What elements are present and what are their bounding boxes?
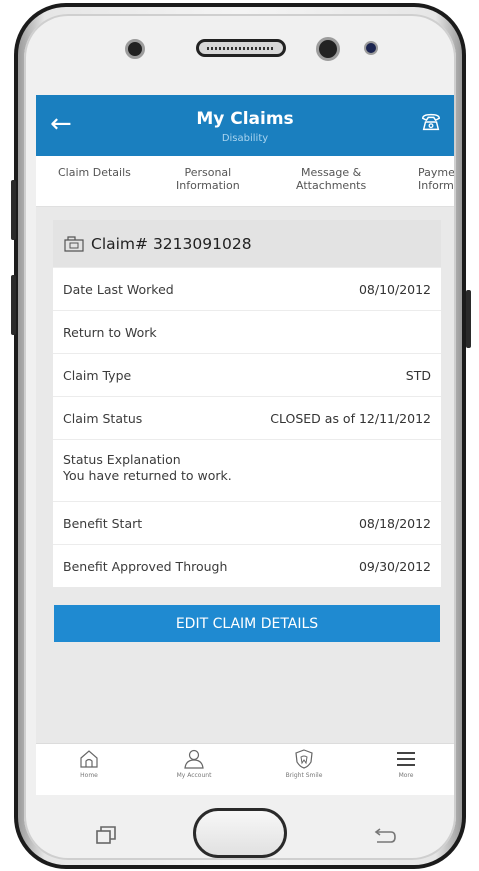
row-value: STD (405, 367, 431, 383)
nav-bright-smile[interactable]: Bright Smile (269, 748, 339, 779)
row-value: 09/30/2012 (358, 558, 431, 574)
claim-number: Claim# 3213091028 (91, 234, 252, 253)
phone-icon[interactable] (420, 111, 442, 133)
claim-heading: Claim# 3213091028 (53, 220, 441, 267)
recent-apps-icon[interactable] (96, 826, 116, 844)
row-benefit-approved-through: Benefit Approved Through 09/30/2012 (53, 544, 441, 587)
volume-up-button[interactable] (11, 180, 16, 240)
front-camera-icon (316, 37, 340, 61)
tab-payment-information[interactable]: Payme Informa (418, 166, 454, 192)
row-value: 08/18/2012 (358, 515, 431, 531)
row-status-explanation: Status Explanation You have returned to … (53, 439, 441, 501)
tab-label: Informa (418, 179, 454, 192)
claim-tabs: Claim Details Personal Information Messa… (36, 156, 454, 207)
row-benefit-start: Benefit Start 08/18/2012 (53, 501, 441, 544)
volume-down-button[interactable] (11, 275, 16, 335)
row-claim-type: Claim Type STD (53, 353, 441, 396)
menu-icon (397, 752, 415, 766)
power-button[interactable] (466, 290, 471, 348)
bottom-navigation: Home My Account Bright Smile More (36, 743, 454, 795)
nav-label: Bright Smile (285, 772, 323, 779)
row-label: Claim Type (63, 367, 132, 383)
row-label: Claim Status (63, 410, 143, 426)
nav-my-account[interactable]: My Account (159, 748, 229, 779)
page-title: My Claims (196, 109, 294, 129)
row-label: Status Explanation (63, 452, 181, 467)
tab-label: Attachments (296, 179, 367, 192)
tab-message-attachments[interactable]: Message & Attachments (296, 166, 366, 192)
tab-label: Information (176, 179, 240, 192)
row-label: Benefit Approved Through (63, 558, 228, 574)
nav-label: Home (80, 772, 98, 779)
user-icon (184, 749, 204, 769)
tab-personal-information[interactable]: Personal Information (176, 166, 240, 192)
nav-label: My Account (176, 772, 212, 779)
edit-claim-details-button[interactable]: EDIT CLAIM DETAILS (54, 605, 440, 642)
tab-label: Payme (418, 166, 454, 179)
page-subtitle: Disability (221, 133, 269, 144)
tooth-shield-icon (295, 749, 313, 769)
row-label: Benefit Start (63, 515, 143, 531)
row-value: You have returned to work. (63, 468, 232, 483)
row-value: 08/10/2012 (358, 281, 431, 297)
nav-more[interactable]: More (371, 748, 441, 779)
claim-details-card: Claim# 3213091028 Date Last Worked 08/10… (53, 220, 441, 587)
folder-icon (64, 235, 84, 252)
row-value: CLOSED as of 12/11/2012 (270, 410, 431, 426)
row-date-last-worked: Date Last Worked 08/10/2012 (53, 267, 441, 310)
row-return-to-work: Return to Work (53, 310, 441, 353)
nav-label: More (398, 772, 414, 779)
tab-claim-details[interactable]: Claim Details (58, 166, 131, 179)
row-label: Date Last Worked (63, 281, 174, 297)
back-hardware-icon[interactable] (371, 827, 397, 845)
tab-label: Message & (300, 166, 362, 179)
row-label: Return to Work (63, 324, 157, 340)
nav-home[interactable]: Home (54, 748, 124, 779)
home-hardware-button[interactable] (193, 808, 287, 858)
app-header: ← My Claims Disability (36, 95, 454, 156)
light-sensor-icon (364, 41, 378, 55)
home-icon (80, 750, 98, 768)
app-screen: ← My Claims Disability Claim Details Per… (36, 95, 454, 795)
tab-label: Personal (184, 166, 232, 179)
row-claim-status: Claim Status CLOSED as of 12/11/2012 (53, 396, 441, 439)
tab-label: Claim Details (58, 166, 131, 179)
earpiece-speaker-icon (196, 39, 286, 57)
proximity-sensor-icon (125, 39, 145, 59)
